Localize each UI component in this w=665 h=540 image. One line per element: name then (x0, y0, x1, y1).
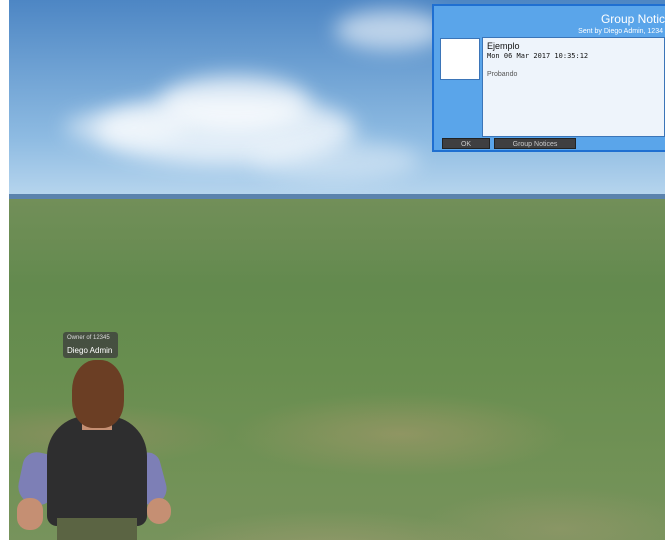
notice-title: Group Notic (600, 12, 665, 26)
notice-date: Mon 06 Mar 2017 10:35:12 (487, 52, 589, 60)
avatar[interactable] (15, 358, 177, 540)
avatar-pants (57, 518, 137, 540)
cloud (335, 10, 445, 50)
avatar-name-tag: Owner of 12345 Diego Admin (63, 332, 118, 358)
notice-message: Probando (487, 71, 518, 78)
avatar-right-hand (147, 498, 171, 524)
notice-body[interactable]: Ejemplo Mon 06 Mar 2017 10:35:12 Proband… (482, 37, 665, 137)
avatar-owner-label: Owner of 12345 (67, 335, 110, 341)
group-notice-window[interactable]: Group Notic Sent by Diego Admin, 1234 Ej… (432, 4, 665, 152)
notice-sender: Sent by Diego Admin, 1234 (578, 28, 663, 35)
avatar-hair (72, 360, 124, 428)
avatar-name-label: Diego Admin (67, 346, 113, 355)
group-notices-button[interactable]: Group Notices (494, 138, 576, 149)
ok-button[interactable]: OK (442, 138, 490, 149)
viewport-left-edge (0, 0, 9, 540)
avatar-shirt (47, 416, 147, 526)
group-insignia-icon (440, 38, 480, 80)
cloud (250, 140, 420, 180)
cloud (65, 110, 185, 145)
avatar-left-hand (17, 498, 43, 530)
notice-subject: Ejemplo (487, 41, 520, 51)
